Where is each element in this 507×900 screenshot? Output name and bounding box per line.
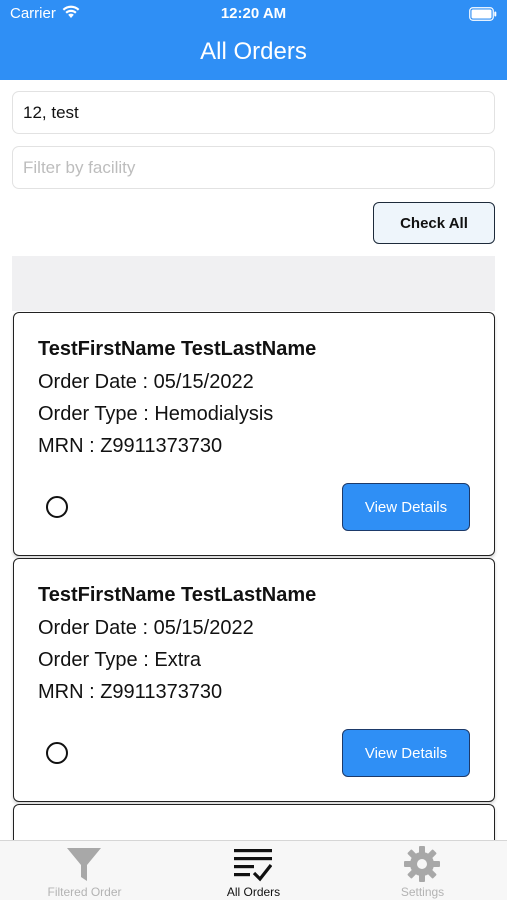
tab-label: Filtered Order <box>47 885 122 899</box>
view-details-button[interactable]: View Details <box>342 729 470 777</box>
tab-filtered-order[interactable]: Filtered Order <box>0 841 169 900</box>
select-order-radio[interactable] <box>46 742 68 764</box>
order-card: TestFirstName TestLastName Order Date : … <box>13 312 495 556</box>
patient-name: TestFirstName TestLastName <box>38 338 317 360</box>
clock: 12:20 AM <box>220 5 287 22</box>
search-input[interactable] <box>12 91 495 134</box>
status-bar: Carrier 12:20 AM <box>0 0 507 28</box>
view-details-button[interactable]: View Details <box>342 483 470 531</box>
header: Carrier 12:20 AM All Orders <box>0 0 507 80</box>
check-all-button[interactable]: Check All <box>373 202 495 244</box>
funnel-icon <box>67 848 101 881</box>
checklist-icon <box>234 849 272 882</box>
mrn: MRN : Z9911373730 <box>38 681 223 703</box>
order-type: Order Type : Extra <box>38 649 202 671</box>
tab-all-orders[interactable]: All Orders <box>169 841 338 900</box>
screen: Carrier 12:20 AM All Orders Check All Te… <box>0 0 507 900</box>
gear-icon <box>404 846 440 882</box>
battery-icon <box>469 7 497 21</box>
tab-label: Settings <box>400 885 445 899</box>
order-card-partial <box>13 804 495 844</box>
order-date: Order Date : 05/15/2022 <box>38 371 254 393</box>
tab-settings[interactable]: Settings <box>338 841 507 900</box>
tab-bar: Filtered Order All Orders Settings <box>0 840 507 900</box>
patient-name: TestFirstName TestLastName <box>38 584 317 606</box>
order-date: Order Date : 05/15/2022 <box>38 617 254 639</box>
order-card: TestFirstName TestLastName Order Date : … <box>13 558 495 802</box>
mrn: MRN : Z9911373730 <box>38 435 223 457</box>
facility-filter-input[interactable] <box>12 146 495 189</box>
page-title: All Orders <box>200 38 307 65</box>
order-type: Order Type : Hemodialysis <box>38 403 274 425</box>
list-header-band <box>12 256 495 311</box>
select-order-radio[interactable] <box>46 496 68 518</box>
tab-label: All Orders <box>226 885 281 899</box>
